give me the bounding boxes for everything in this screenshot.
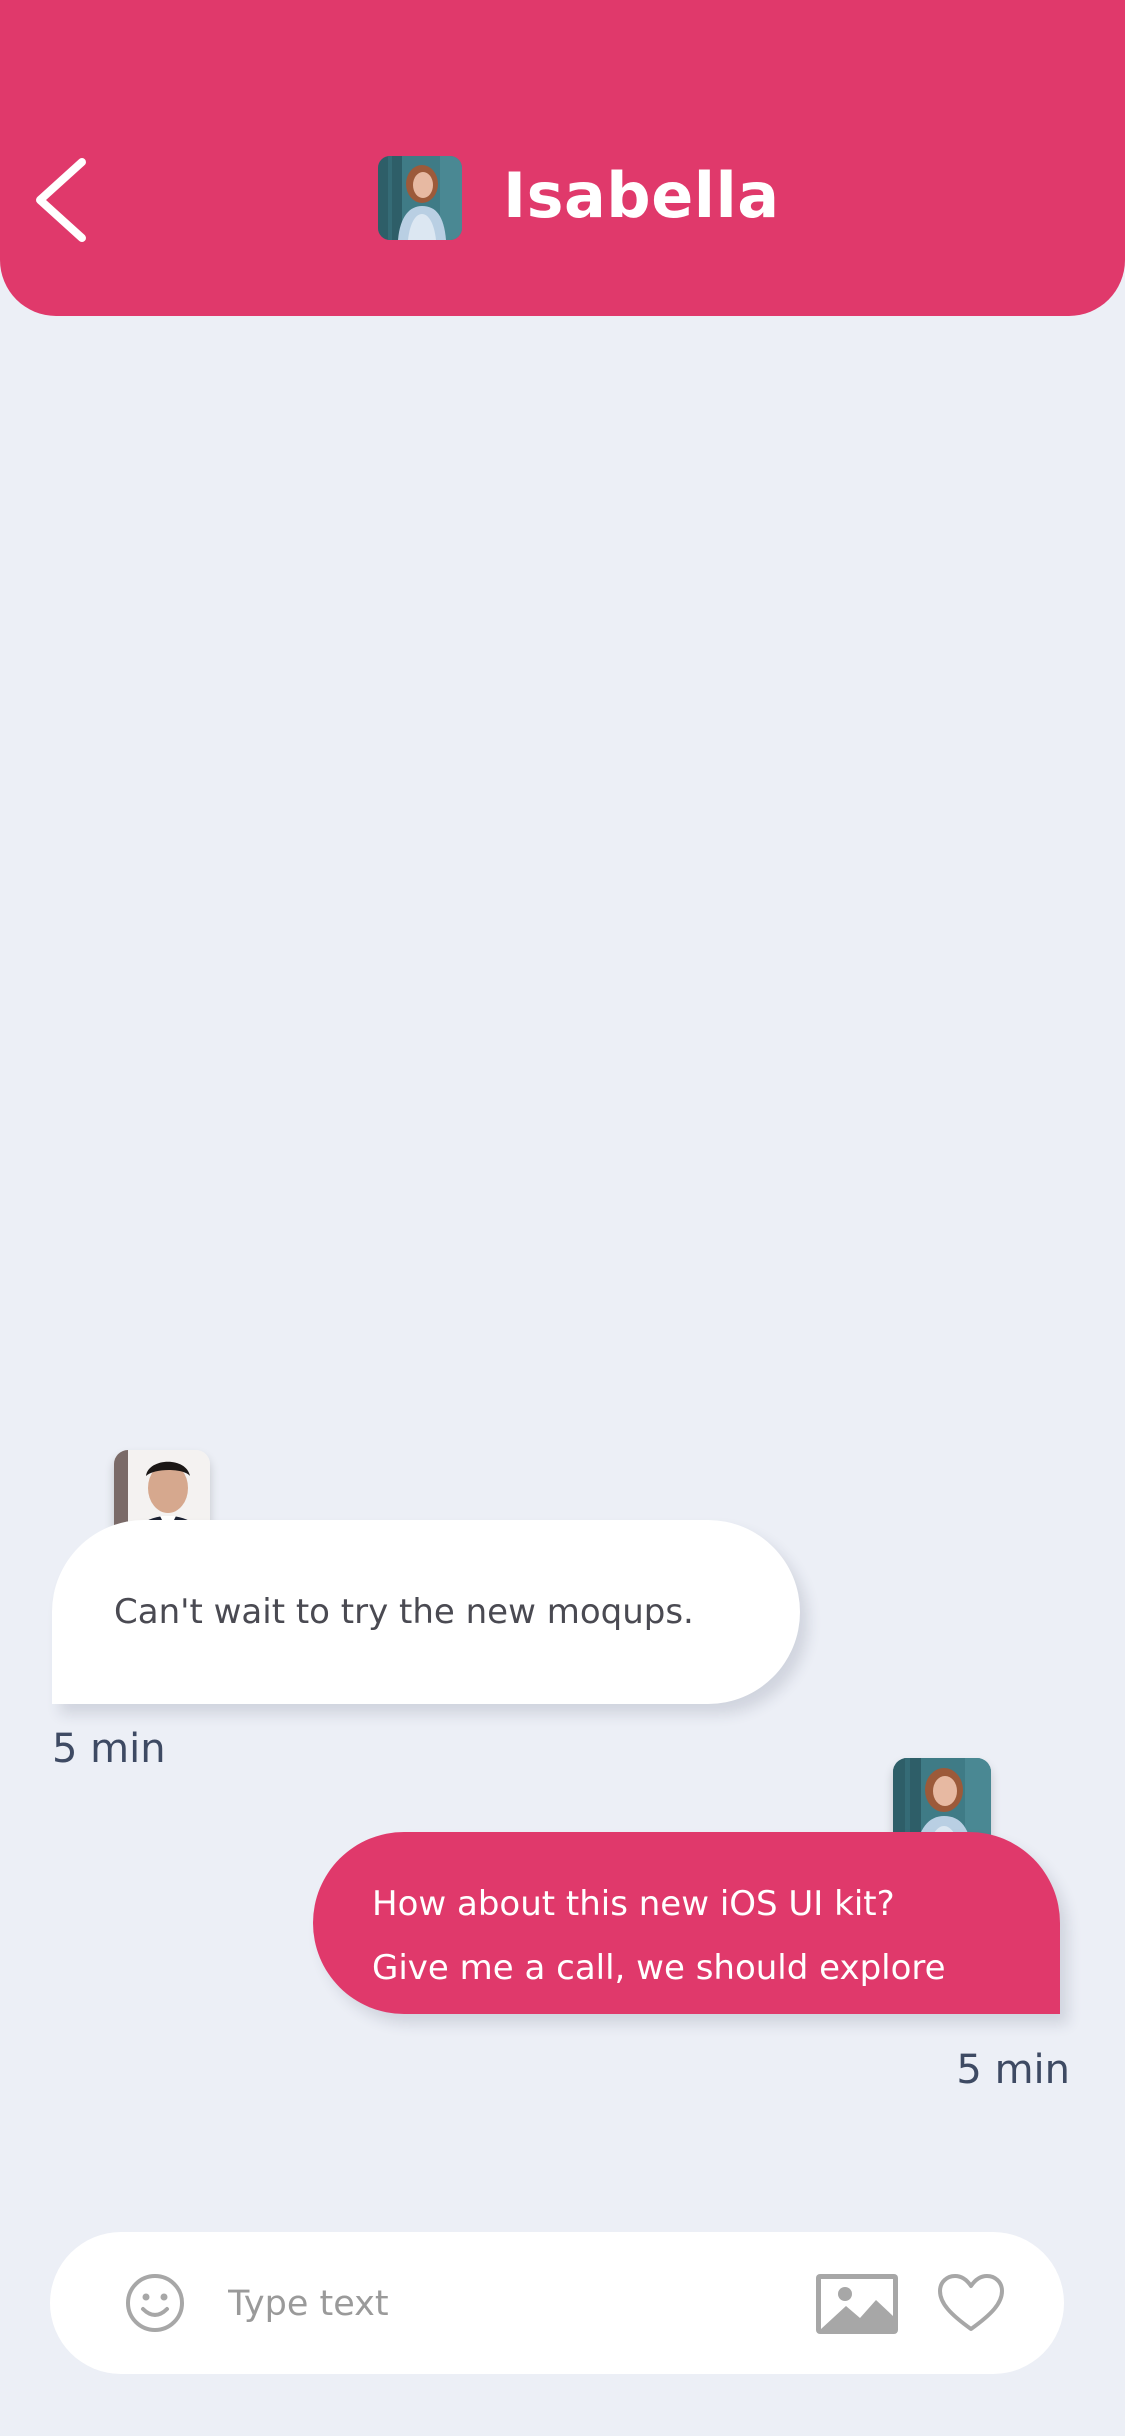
incoming-message-time: 5 min [52,1726,166,1772]
emoji-button[interactable] [124,2272,186,2334]
message-input[interactable] [226,2268,790,2340]
outgoing-message-line-2: Give me a call, we should explore [372,1948,946,1988]
chevron-left-icon [36,158,86,242]
chat-header: Isabella [0,0,1125,316]
outgoing-message-line-1: How about this new iOS UI kit? [372,1884,895,1924]
image-icon [816,2274,898,2334]
like-button[interactable] [936,2272,1006,2334]
incoming-message-text: Can't wait to try the new moqups. [114,1592,694,1632]
smiley-icon [126,2274,184,2332]
contact-name: Isabella [503,159,780,232]
incoming-message-bubble[interactable]: Can't wait to try the new moqups. [52,1520,800,1704]
heart-icon [938,2274,1004,2331]
message-composer [50,2232,1064,2374]
contact-avatar[interactable] [378,156,462,240]
avatar-woman-image [378,156,462,240]
attach-image-button[interactable] [816,2274,898,2334]
back-button[interactable] [30,150,100,250]
outgoing-message-bubble[interactable]: How about this new iOS UI kit? Give me a… [313,1832,1060,2014]
outgoing-message-time: 5 min [956,2047,1070,2093]
